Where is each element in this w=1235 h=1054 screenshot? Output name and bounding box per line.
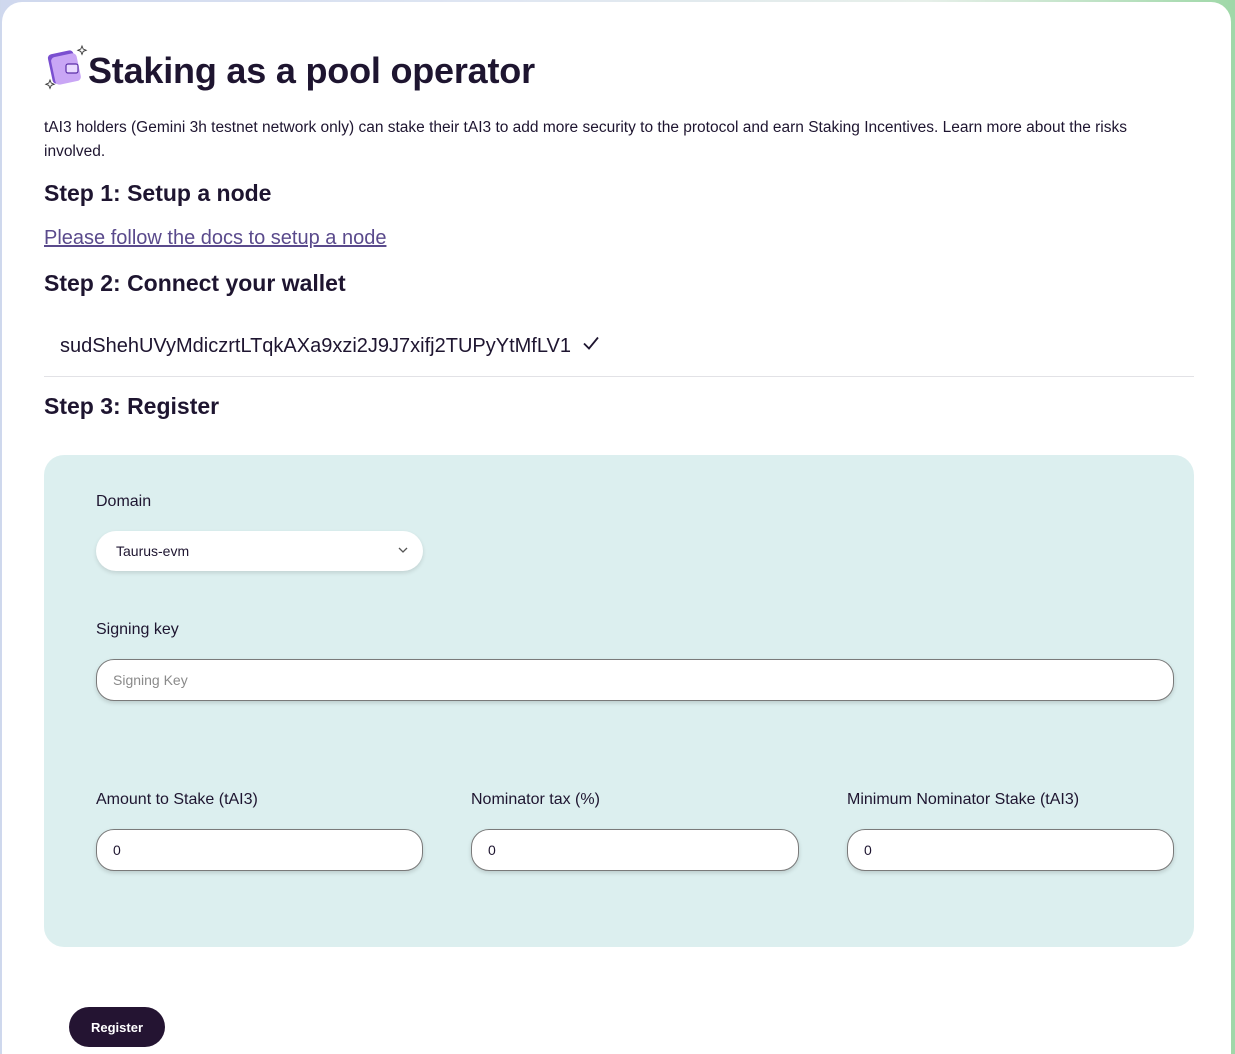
domain-selected-value: Taurus-evm [116,543,190,559]
staking-card: Staking as a pool operator tAI3 holders … [2,2,1231,1054]
divider [44,376,1194,377]
minimum-nominator-stake-input[interactable] [847,829,1174,871]
connected-wallet: sudShehUVyMdiczrtLTqkAXa9xzi2J9J7xifj2TU… [60,333,601,359]
amount-to-stake-input[interactable] [96,829,423,871]
signing-key-label: Signing key [96,621,179,638]
check-icon [581,333,601,359]
register-form: Domain Taurus-evm Signing key Amount to … [44,455,1194,947]
step3-heading: Step 3: Register [44,393,220,419]
step1-heading: Step 1: Setup a node [44,180,272,206]
nominator-tax-label: Nominator tax (%) [471,791,600,808]
nominator-tax-input[interactable] [471,829,799,871]
page-title: Staking as a pool operator [88,49,535,91]
chevron-down-icon [397,543,409,559]
intro-text: tAI3 holders (Gemini 3h testnet network … [44,119,1127,160]
domain-select[interactable]: Taurus-evm [96,531,423,571]
signing-key-input[interactable] [96,659,1174,701]
register-button[interactable]: Register [69,1007,165,1047]
title-row: Staking as a pool operator [44,44,535,97]
wallet-address: sudShehUVyMdiczrtLTqkAXa9xzi2J9J7xifj2TU… [60,334,571,357]
wallet-icon [44,44,88,97]
minimum-nominator-stake-label: Minimum Nominator Stake (tAI3) [847,791,1080,808]
docs-link[interactable]: Please follow the docs to setup a node [44,227,386,250]
amount-to-stake-label: Amount to Stake (tAI3) [96,791,258,808]
domain-label: Domain [96,493,152,510]
step2-heading: Step 2: Connect your wallet [44,270,346,296]
